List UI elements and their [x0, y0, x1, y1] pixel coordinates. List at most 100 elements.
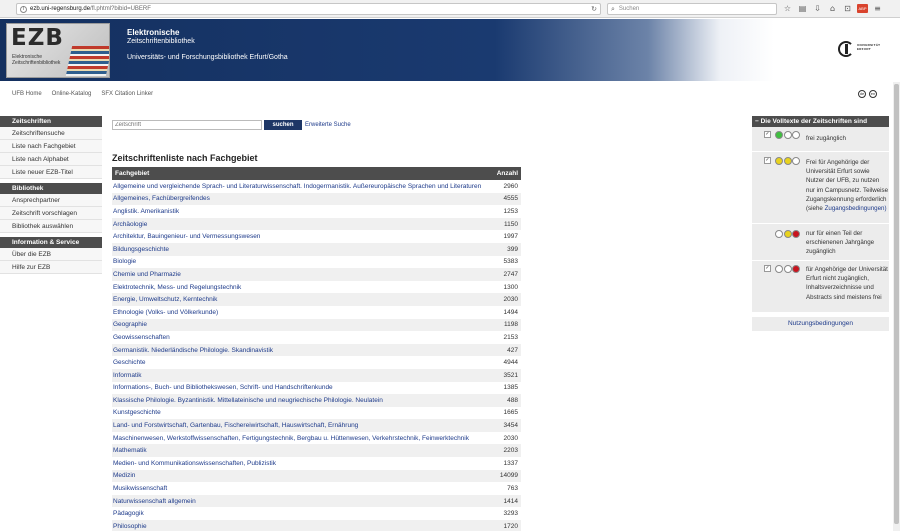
sidebar-item-liste-neuer-titel[interactable]: Liste neuer EZB-Titel	[0, 166, 102, 179]
subject-link[interactable]: Philosophie	[112, 520, 493, 531]
subject-link[interactable]: Informations-, Buch- und Bibliothekswese…	[112, 381, 493, 395]
journal-search-input[interactable]	[112, 120, 262, 130]
subject-link[interactable]: Elektrotechnik, Mess- und Regelungstechn…	[112, 280, 493, 294]
download-icon[interactable]: ⇩	[812, 3, 823, 14]
subject-link[interactable]: Bildungsgeschichte	[112, 242, 493, 256]
subject-link[interactable]: Allgemeines, Fachübergreifendes	[112, 192, 493, 206]
browser-search-field[interactable]: ⌕ Suchen	[607, 3, 777, 15]
subject-link[interactable]: Klassische Philologie. Byzantinistik. Mi…	[112, 394, 493, 407]
sidebar-item-liste-nach-fachgebiet[interactable]: Liste nach Fachgebiet	[0, 140, 102, 153]
language-de-icon[interactable]: de	[858, 90, 866, 98]
table-row: Chemie und Pharmazie 2747	[112, 268, 521, 281]
home-icon[interactable]: ⌂	[827, 3, 838, 14]
traffic-light-icon	[775, 230, 800, 238]
clipboard-icon[interactable]: ▤	[797, 3, 808, 14]
subject-link[interactable]: Geographie	[112, 318, 493, 332]
subject-link[interactable]: Archäologie	[112, 217, 493, 231]
sidebar-item-liste-nach-alphabet[interactable]: Liste nach Alphabet	[0, 153, 102, 166]
subject-link[interactable]: Germanistik. Niederländische Philologie.…	[112, 343, 493, 357]
usage-conditions-link[interactable]: Nutzungsbedingungen	[752, 317, 889, 331]
search-button[interactable]: suchen	[264, 120, 302, 130]
off-light-icon	[783, 131, 792, 139]
scrollbar-thumb[interactable]	[894, 84, 899, 524]
subject-link[interactable]: Medizin	[112, 469, 493, 483]
legend-title[interactable]: − Die Volltexte der Zeitschriften sind	[752, 116, 889, 127]
off-light-icon	[775, 265, 783, 273]
link-sfx-citation-linker[interactable]: SFX Citation Linker	[101, 91, 153, 97]
table-row: Allgemeines, Fachübergreifendes 4555	[112, 192, 521, 206]
table-row: Naturwissenschaft allgemein 1414	[112, 494, 521, 508]
sidebar-item-ueber-die-ezb[interactable]: Über die EZB	[0, 248, 102, 261]
page-scrollbar[interactable]	[893, 82, 900, 531]
reload-icon[interactable]: ↻	[591, 5, 597, 13]
subject-link[interactable]: Ethnologie (Volks- und Völkerkunde)	[112, 305, 493, 319]
ezb-logo[interactable]: EZB Elektronische Zeitschriftenbibliothe…	[6, 23, 110, 78]
advanced-search-link[interactable]: Erweiterte Suche	[305, 122, 351, 128]
subject-link[interactable]: Land- und Forstwirtschaft, Gartenbau, Fi…	[112, 419, 493, 432]
subject-link[interactable]: Informatik	[112, 368, 493, 382]
institution-name: Universitäts- und Forschungsbibliothek E…	[127, 54, 288, 61]
subject-link[interactable]: Anglistik. Amerikanistik	[112, 205, 493, 218]
sidebar-item-zeitschrift-vorschlagen[interactable]: Zeitschrift vorschlagen	[0, 207, 102, 220]
lock-icon[interactable]: ⊡	[842, 3, 853, 14]
journal-count: 399	[492, 242, 521, 256]
column-header-subject[interactable]: Fachgebiet	[112, 167, 493, 180]
subject-link[interactable]: Geschichte	[112, 356, 493, 369]
link-ufb-home[interactable]: UFB Home	[12, 91, 42, 97]
journal-count: 1337	[492, 457, 521, 470]
subject-link[interactable]: Biologie	[112, 255, 493, 269]
subject-link[interactable]: Allgemeine und vergleichende Sprach- und…	[112, 180, 493, 193]
university-logo[interactable]: UNIVERSITÄT ERFURT	[836, 41, 894, 63]
red-light-icon	[792, 265, 800, 273]
table-row: Geschichte 4944	[112, 356, 521, 369]
table-row: Informations-, Buch- und Bibliothekswese…	[112, 381, 521, 395]
traffic-light-icon	[775, 157, 800, 165]
search-icon: ⌕	[611, 4, 615, 13]
star-icon[interactable]: ☆	[782, 3, 793, 14]
subject-table: Fachgebiet Anzahl Allgemeine und verglei…	[112, 167, 521, 531]
link-online-katalog[interactable]: Online-Katalog	[52, 91, 92, 97]
subject-link[interactable]: Energie, Umweltschutz, Kerntechnik	[112, 293, 493, 306]
subject-link[interactable]: Mathematik	[112, 444, 493, 458]
table-row: Philosophie 1720	[112, 520, 521, 531]
info-icon[interactable]: i	[20, 5, 27, 13]
legend-checkbox-campus[interactable]: ✓	[764, 157, 771, 164]
ezb-logo-text: EZB	[11, 25, 64, 51]
journal-count: 1198	[492, 318, 521, 332]
access-conditions-link[interactable]: Zugangsbedingungen)	[825, 205, 887, 212]
table-body: Allgemeine und vergleichende Sprach- und…	[112, 180, 521, 531]
address-bar[interactable]: i ezb.uni-regensburg.de/fl.phtml?bibid=U…	[16, 3, 601, 15]
language-switcher: de en	[858, 90, 877, 98]
subject-link[interactable]: Geowissenschaften	[112, 331, 493, 344]
subject-link[interactable]: Naturwissenschaft allgemein	[112, 494, 493, 508]
subject-link[interactable]: Architektur, Bauingenieur- und Vermessun…	[112, 230, 493, 243]
sidebar-item-bibliothek-auswaehlen[interactable]: Bibliothek auswählen	[0, 220, 102, 233]
sidebar-item-hilfe-zur-ezb[interactable]: Hilfe zur EZB	[0, 261, 102, 274]
subject-link[interactable]: Pädagogik	[112, 507, 493, 521]
column-header-count[interactable]: Anzahl	[492, 167, 521, 180]
journal-count: 1665	[492, 406, 521, 420]
legend-text-free: frei zugänglich	[806, 135, 846, 142]
menu-icon[interactable]: ≡	[872, 3, 883, 14]
subject-link[interactable]: Musikwissenschaft	[112, 482, 493, 495]
table-row: Land- und Forstwirtschaft, Gartenbau, Fi…	[112, 419, 521, 432]
subject-link[interactable]: Kunstgeschichte	[112, 406, 493, 420]
legend-checkbox-free[interactable]: ✓	[764, 131, 771, 138]
toolbar-icon-group: ☆ ▤ ⇩ ⌂ ⊡ ABP ≡	[782, 3, 883, 14]
books-image	[65, 46, 109, 76]
sidebar-item-zeitschriftensuche[interactable]: Zeitschriftensuche	[0, 127, 102, 140]
university-logo-text: UNIVERSITÄT ERFURT	[857, 43, 881, 51]
language-en-icon[interactable]: en	[869, 90, 877, 98]
subject-link[interactable]: Medien- und Kommunikationswissenschaften…	[112, 457, 493, 470]
table-header-row: Fachgebiet Anzahl	[112, 167, 521, 180]
subject-link[interactable]: Maschinenwesen, Werkstoffwissenschaften,…	[112, 431, 493, 445]
page-title: Zeitschriftenliste nach Fachgebiet	[112, 153, 258, 163]
legend-checkbox-restricted[interactable]: ✓	[764, 265, 771, 272]
journal-search: suchen Erweiterte Suche	[112, 120, 351, 130]
banner-title-line1: Elektronische	[127, 28, 180, 37]
sidebar-item-ansprechpartner[interactable]: Ansprechpartner	[0, 194, 102, 207]
journal-count: 1300	[492, 280, 521, 294]
subject-link[interactable]: Chemie und Pharmazie	[112, 268, 493, 281]
adblock-icon[interactable]: ABP	[857, 4, 868, 13]
journal-count: 2203	[492, 444, 521, 458]
